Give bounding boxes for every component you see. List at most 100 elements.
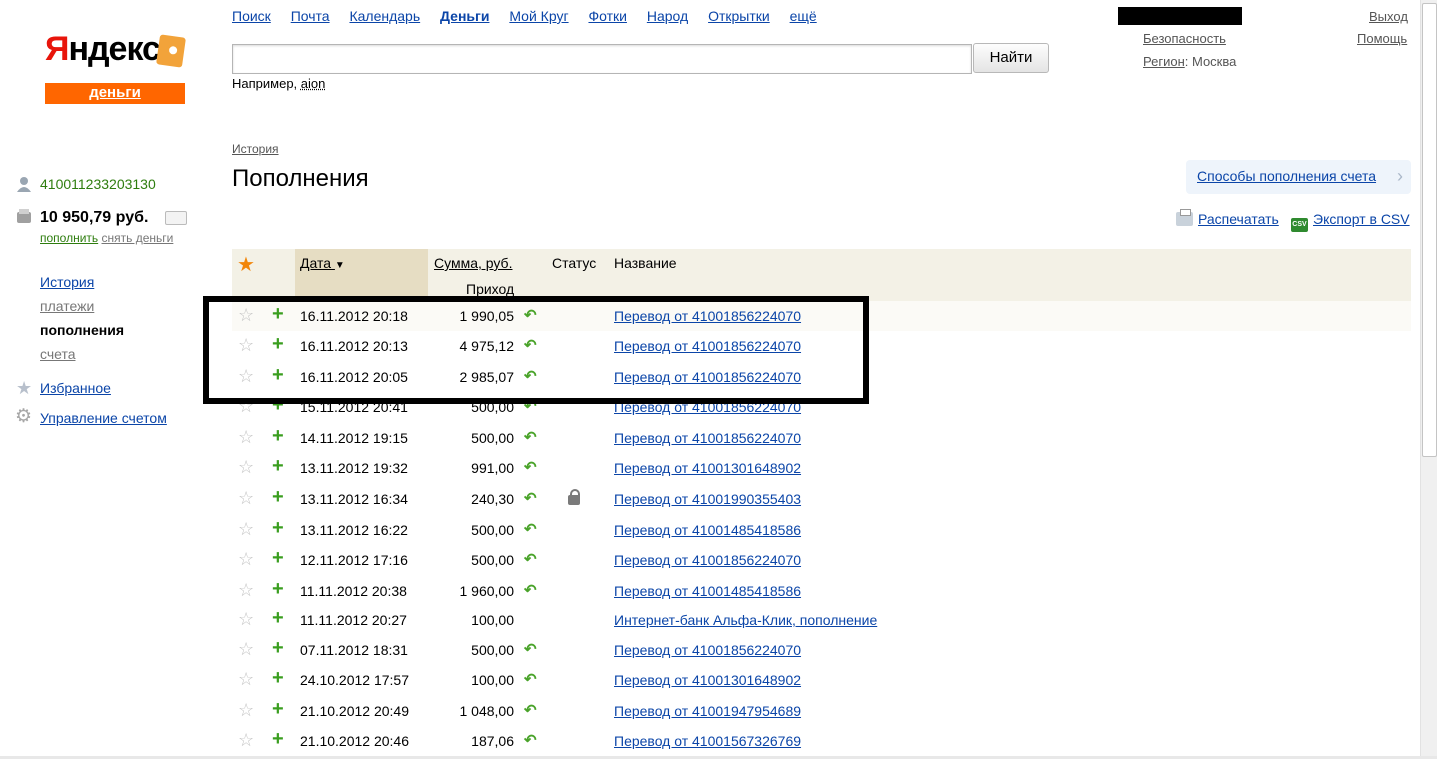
- star-icon[interactable]: ☆: [238, 730, 254, 751]
- security-link[interactable]: Безопасность: [1143, 31, 1226, 46]
- row-name-link[interactable]: Интернет-банк Альфа-Клик, пополнение: [614, 612, 877, 628]
- row-name-link[interactable]: Перевод от 41001856224070: [614, 642, 801, 658]
- topup-methods-box[interactable]: Способы пополнения счета ›: [1186, 160, 1411, 194]
- logout-link[interactable]: Выход: [1369, 9, 1408, 24]
- withdraw-link[interactable]: снять деньги: [102, 231, 174, 245]
- nav-money[interactable]: Деньги: [440, 8, 489, 24]
- star-icon[interactable]: ☆: [238, 549, 254, 570]
- return-arrow-icon[interactable]: ↶: [524, 489, 537, 507]
- sidebar-item-accounts[interactable]: счета: [40, 342, 124, 366]
- return-arrow-icon[interactable]: ↶: [524, 701, 537, 719]
- sum-column-header[interactable]: Сумма, руб.: [434, 255, 512, 271]
- sidebar-item-topups: пополнения: [40, 322, 125, 338]
- star-icon[interactable]: ☆: [238, 488, 254, 509]
- lock-icon: [568, 489, 580, 505]
- row-sum: 500,00: [471, 552, 514, 568]
- print-label[interactable]: Распечатать: [1198, 211, 1279, 227]
- favorites-link[interactable]: Избранное: [40, 380, 111, 396]
- topup-link[interactable]: пополнить: [40, 231, 98, 245]
- help-link[interactable]: Помощь: [1357, 31, 1407, 46]
- row-name-link[interactable]: Перевод от 41001856224070: [614, 430, 801, 446]
- row-sum: 1 048,00: [459, 703, 515, 719]
- money-logo-label[interactable]: деньги: [45, 83, 185, 104]
- csv-icon: CSV: [1291, 218, 1308, 232]
- nav-calendar[interactable]: Календарь: [349, 8, 420, 24]
- row-sum: 187,06: [471, 733, 514, 749]
- row-name-link[interactable]: Перевод от 41001485418586: [614, 522, 801, 538]
- nav-moikrug[interactable]: Мой Круг: [509, 8, 568, 24]
- security-label[interactable]: Безопасность: [1143, 31, 1226, 46]
- star-icon[interactable]: ☆: [238, 609, 254, 630]
- region-value: : Москва: [1184, 54, 1237, 69]
- search-hint-example[interactable]: aion: [301, 76, 326, 91]
- return-arrow-icon[interactable]: ↶: [524, 550, 537, 568]
- star-icon[interactable]: ☆: [238, 427, 254, 448]
- gear-icon: ⚙: [15, 406, 33, 427]
- star-icon[interactable]: ☆: [238, 457, 254, 478]
- row-sum: 991,00: [471, 460, 514, 476]
- logo-letter: Я: [45, 30, 69, 68]
- row-name-link[interactable]: Перевод от 41001856224070: [614, 552, 801, 568]
- logo-word: ндекс: [68, 30, 161, 68]
- nav-cards[interactable]: Открытки: [708, 8, 770, 24]
- star-icon[interactable]: ☆: [238, 519, 254, 540]
- return-arrow-icon[interactable]: ↶: [524, 520, 537, 538]
- account-management-link[interactable]: Управление счетом: [40, 410, 167, 426]
- nav-search[interactable]: Поиск: [232, 8, 271, 24]
- return-arrow-icon[interactable]: ↶: [524, 458, 537, 476]
- row-sum: 240,30: [471, 491, 514, 507]
- return-arrow-icon[interactable]: ↶: [524, 670, 537, 688]
- row-name-link[interactable]: Перевод от 41001947954689: [614, 703, 801, 719]
- favorite-filter-star-icon[interactable]: ★: [237, 252, 255, 277]
- row-sum: 500,00: [471, 522, 514, 538]
- table-row: ☆ + 13.11.2012 16:34 240,30 ↶ Перевод от …: [232, 484, 1411, 514]
- date-column-header[interactable]: Дата ▼: [300, 255, 345, 271]
- row-name-link[interactable]: Перевод от 41001301648902: [614, 460, 801, 476]
- row-name-link[interactable]: Перевод от 41001990355403: [614, 491, 801, 507]
- row-name-link[interactable]: Перевод от 41001485418586: [614, 583, 801, 599]
- table-row: ☆ + 13.11.2012 19:32 991,00 ↶ Перевод от …: [232, 453, 1411, 483]
- nav-mail[interactable]: Почта: [291, 8, 330, 24]
- table-row: ☆ + 12.11.2012 17:16 500,00 ↶ Перевод от …: [232, 545, 1411, 575]
- search-input[interactable]: [232, 44, 972, 74]
- date-header-label[interactable]: Дата: [300, 255, 331, 271]
- return-arrow-icon[interactable]: ↶: [524, 731, 537, 749]
- region-link[interactable]: Регион: [1143, 54, 1185, 69]
- table-row: ☆ + 24.10.2012 17:57 100,00 ↶ Перевод от …: [232, 665, 1411, 695]
- name-column-header: Название: [614, 255, 677, 271]
- scrollbar-thumb[interactable]: [1422, 3, 1437, 457]
- sidebar-item-history[interactable]: История: [40, 270, 124, 294]
- row-name-link[interactable]: Перевод от 41001301648902: [614, 672, 801, 688]
- return-arrow-icon[interactable]: ↶: [524, 428, 537, 446]
- export-csv-label[interactable]: Экспорт в CSV: [1313, 211, 1410, 227]
- table-row: ☆ + 07.11.2012 18:31 500,00 ↶ Перевод от …: [232, 635, 1411, 665]
- redacted-username: [1118, 7, 1242, 25]
- breadcrumb[interactable]: История: [232, 142, 279, 156]
- star-icon[interactable]: ☆: [238, 669, 254, 690]
- balance-actions: пополнить снять деньги: [40, 231, 173, 245]
- nav-fotki[interactable]: Фотки: [588, 8, 626, 24]
- row-sum: 100,00: [471, 612, 514, 628]
- plus-icon: +: [272, 607, 284, 629]
- plus-icon: +: [272, 728, 284, 750]
- plus-icon: +: [272, 547, 284, 569]
- plus-icon: +: [272, 698, 284, 720]
- nav-more[interactable]: ещё: [790, 8, 817, 24]
- star-icon[interactable]: ☆: [238, 700, 254, 721]
- return-arrow-icon[interactable]: ↶: [524, 581, 537, 599]
- star-icon[interactable]: ☆: [238, 580, 254, 601]
- topup-methods-link[interactable]: Способы пополнения счета: [1197, 168, 1376, 184]
- row-date: 24.10.2012 17:57: [300, 672, 409, 688]
- search-button[interactable]: Найти: [973, 43, 1049, 73]
- card-icon: [165, 211, 187, 225]
- account-balance: 10 950,79 руб.: [40, 209, 149, 226]
- row-name-link[interactable]: Перевод от 41001567326769: [614, 733, 801, 749]
- print-link[interactable]: Распечатать: [1176, 209, 1279, 227]
- wallet-balance-icon: [17, 209, 31, 223]
- star-icon[interactable]: ☆: [238, 639, 254, 660]
- yandex-logo[interactable]: Яндекс: [45, 30, 161, 69]
- export-csv-link[interactable]: CSV Экспорт в CSV: [1291, 211, 1410, 232]
- sidebar-item-payments[interactable]: платежи: [40, 294, 124, 318]
- nav-narod[interactable]: Народ: [647, 8, 688, 24]
- return-arrow-icon[interactable]: ↶: [524, 640, 537, 658]
